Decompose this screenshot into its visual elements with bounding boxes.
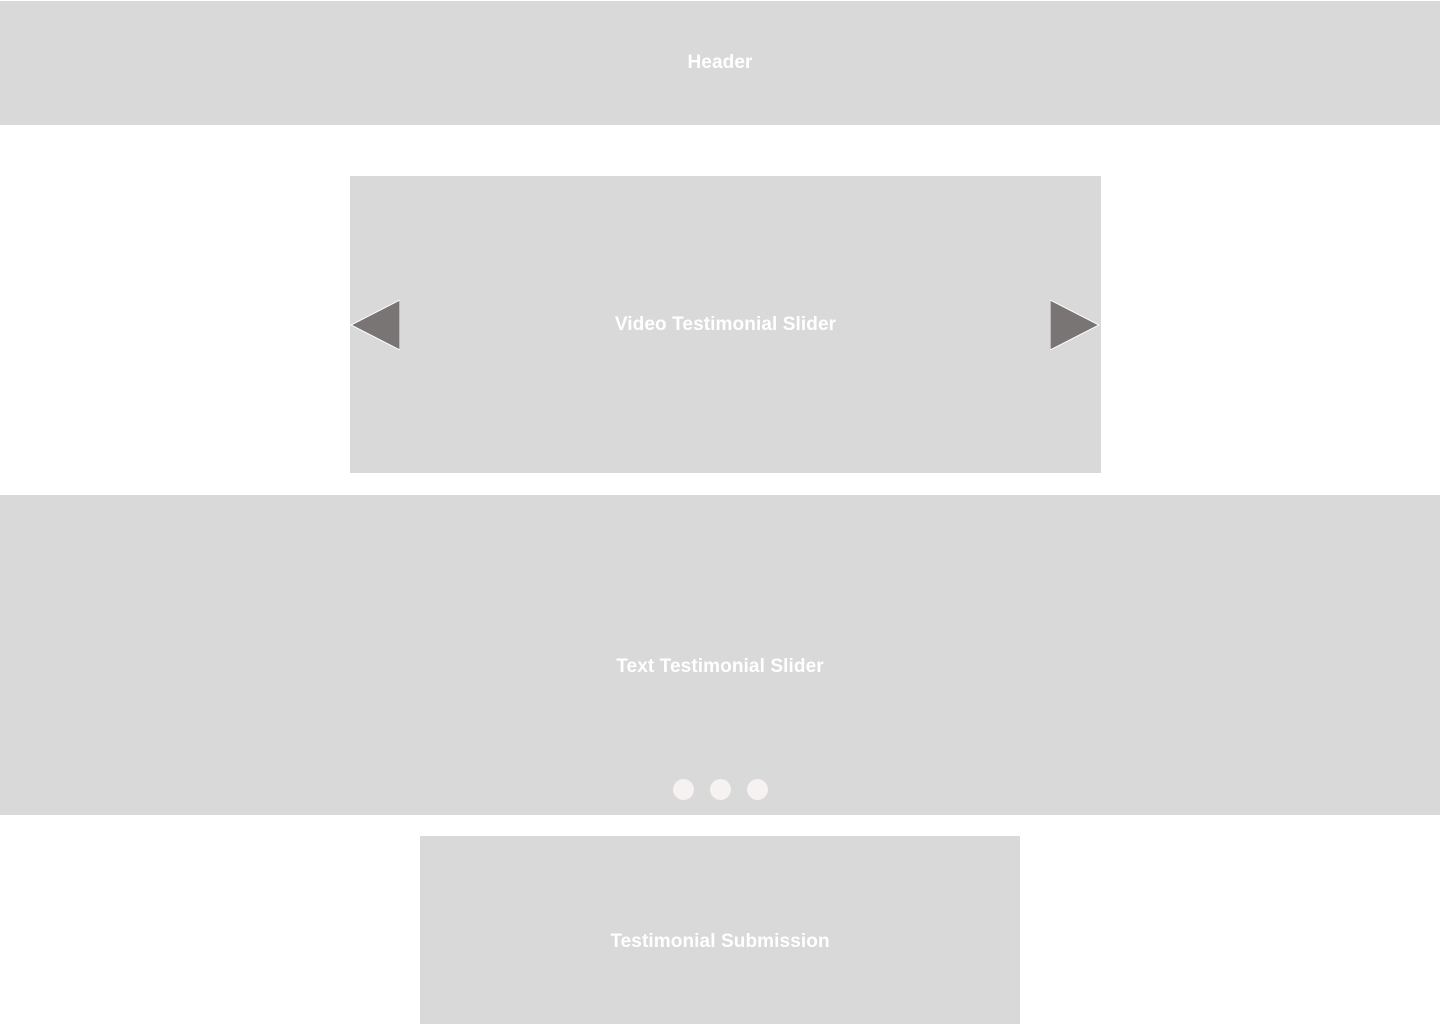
video-slider-label: Video Testimonial Slider: [614, 313, 837, 335]
text-slider-label: Text Testimonial Slider: [616, 656, 824, 677]
video-testimonial-slider: Video Testimonial Slider: [350, 176, 1101, 473]
header-label: Header: [687, 52, 753, 73]
slider-prev-button[interactable]: [350, 300, 400, 350]
pagination-dot[interactable]: [709, 779, 731, 800]
text-testimonial-slider: Text Testimonial Slider: [0, 495, 1440, 815]
triangle-right-icon: [1050, 300, 1100, 350]
slider-next-button[interactable]: [1050, 300, 1100, 350]
slider-pagination: [0, 779, 1440, 801]
header-placeholder: Header: [0, 1, 1440, 125]
pagination-dot[interactable]: [672, 779, 694, 800]
testimonial-submission: Testimonial Submission: [420, 836, 1020, 1024]
triangle-left-icon: [350, 300, 400, 350]
submission-label: Testimonial Submission: [610, 931, 830, 952]
pagination-dot[interactable]: [746, 779, 768, 800]
